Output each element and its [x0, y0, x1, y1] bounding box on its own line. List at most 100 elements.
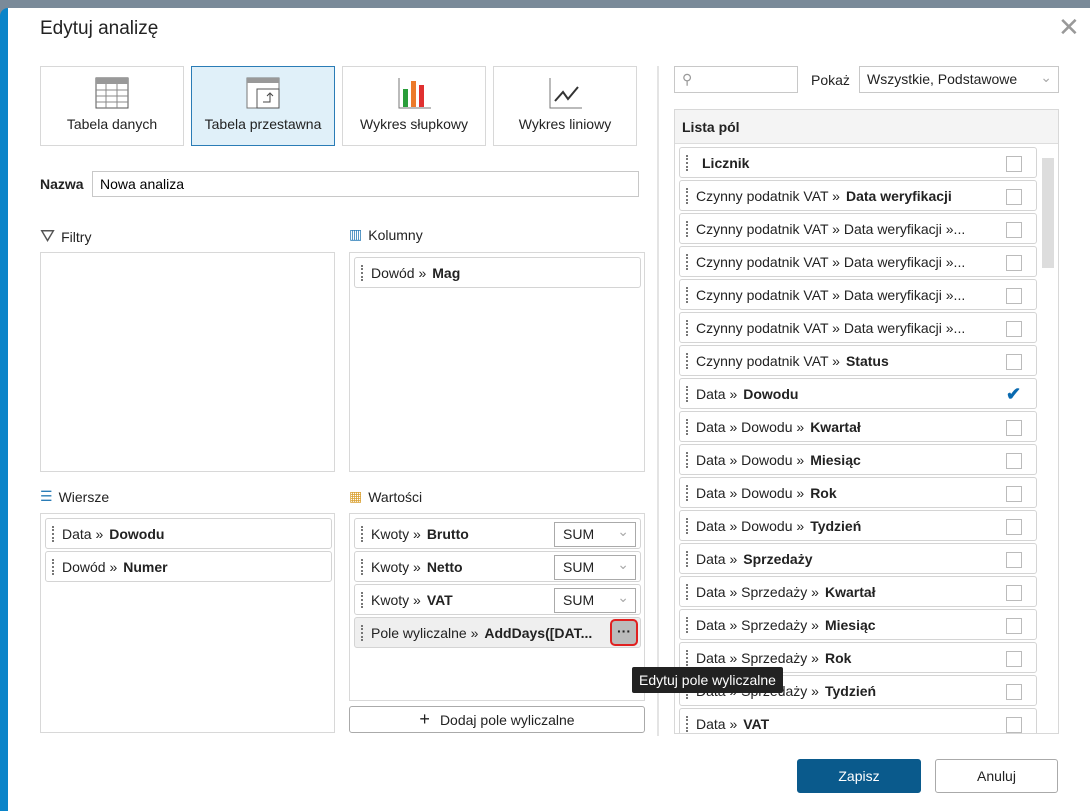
checkbox[interactable] [1006, 354, 1022, 370]
field-list-item[interactable]: Data » Dowodu » Tydzień [679, 510, 1037, 541]
checkbox[interactable] [1006, 651, 1022, 667]
dialog-title: Edytuj analizę [40, 18, 159, 39]
more-options-icon[interactable]: ··· [610, 619, 638, 646]
field-list-title: Lista pól [675, 110, 1058, 144]
divider [657, 66, 659, 736]
close-icon[interactable]: ✕ [1058, 14, 1080, 40]
value-item-calculated[interactable]: Pole wyliczalne » AddDays([DAT... ··· [354, 617, 641, 648]
filters-dropzone[interactable] [40, 252, 335, 472]
save-button[interactable]: Zapisz [797, 759, 921, 793]
rows-dropzone[interactable]: Data » Dowodu Dowód » Numer [40, 513, 335, 733]
field-list-item[interactable]: Data » Dowodu » Kwartał [679, 411, 1037, 442]
field-list-item[interactable]: Czynny podatnik VAT » Data weryfikacji [679, 180, 1037, 211]
checkbox[interactable] [1006, 684, 1022, 700]
row-item[interactable]: Data » Dowodu [45, 518, 332, 549]
cancel-button[interactable]: Anuluj [935, 759, 1058, 793]
checkbox[interactable] [1006, 189, 1022, 205]
aggregation-select[interactable]: SUM [554, 555, 636, 580]
drag-handle-icon[interactable] [52, 525, 56, 542]
columns-icon: ▥ [349, 226, 363, 242]
checkbox[interactable] [1006, 486, 1022, 502]
checkbox[interactable] [1006, 420, 1022, 436]
drag-handle-icon[interactable] [686, 616, 690, 633]
line-chart-icon [549, 78, 582, 109]
drag-handle-icon[interactable] [361, 591, 365, 608]
checkbox[interactable] [1006, 255, 1022, 271]
drag-handle-icon[interactable] [361, 525, 365, 542]
drag-handle-icon[interactable] [686, 352, 690, 369]
field-list-item[interactable]: Data » Sprzedaży » Kwartał [679, 576, 1037, 607]
plus-icon: + [419, 709, 430, 729]
show-select[interactable]: Wszystkie, Podstawowe ⌄ [859, 66, 1059, 93]
filter-icon: ⛛ [40, 226, 56, 246]
aggregation-select[interactable]: SUM [554, 588, 636, 613]
drag-handle-icon[interactable] [686, 418, 690, 435]
checkbox[interactable] [1006, 222, 1022, 238]
drag-handle-icon[interactable] [686, 583, 690, 600]
value-item[interactable]: Kwoty » Netto SUM [354, 551, 641, 582]
field-list-item[interactable]: Czynny podatnik VAT » Data weryfikacji »… [679, 312, 1037, 343]
type-data-table-button[interactable]: Tabela danych [40, 66, 184, 146]
filters-header: ⛛ Filtry [40, 226, 92, 246]
value-item[interactable]: Kwoty » Brutto SUM [354, 518, 641, 549]
values-icon: ▦ [349, 488, 363, 504]
drag-handle-icon[interactable] [361, 558, 365, 575]
drag-handle-icon[interactable] [686, 286, 690, 303]
drag-handle-icon[interactable] [686, 517, 690, 534]
bar-chart-icon [398, 78, 431, 109]
row-item[interactable]: Dowód » Numer [45, 551, 332, 582]
edit-analysis-dialog: Edytuj analizę ✕ Tabela danych Tabela pr… [0, 8, 1090, 811]
drag-handle-icon[interactable] [686, 451, 690, 468]
column-item[interactable]: Dowód » Mag [354, 257, 641, 288]
drag-handle-icon[interactable] [686, 484, 690, 501]
checkbox[interactable] [1006, 288, 1022, 304]
field-list-item[interactable]: Czynny podatnik VAT » Data weryfikacji »… [679, 279, 1037, 310]
field-list-item[interactable]: Data » Dowodu » Rok [679, 477, 1037, 508]
drag-handle-icon[interactable] [686, 154, 690, 171]
field-list-item[interactable]: Data » Dowodu » Miesiąc [679, 444, 1037, 475]
drag-handle-icon[interactable] [686, 550, 690, 567]
columns-dropzone[interactable]: Dowód » Mag [349, 252, 645, 472]
add-calculated-field-button[interactable]: + Dodaj pole wyliczalne [349, 706, 645, 733]
tooltip: Edytuj pole wyliczalne [632, 667, 783, 693]
checkbox[interactable] [1006, 618, 1022, 634]
type-pivot-table-button[interactable]: Tabela przestawna [191, 66, 335, 146]
checkbox[interactable] [1006, 453, 1022, 469]
checkbox[interactable] [1006, 156, 1022, 172]
drag-handle-icon[interactable] [686, 319, 690, 336]
field-list-item[interactable]: Czynny podatnik VAT » Status [679, 345, 1037, 376]
drag-handle-icon[interactable] [361, 264, 365, 281]
name-label: Nazwa [40, 176, 84, 192]
drag-handle-icon[interactable] [361, 624, 365, 641]
show-label: Pokaż [811, 72, 850, 88]
field-list-item[interactable]: Czynny podatnik VAT » Data weryfikacji »… [679, 213, 1037, 244]
drag-handle-icon[interactable] [686, 253, 690, 270]
drag-handle-icon[interactable] [686, 220, 690, 237]
drag-handle-icon[interactable] [686, 649, 690, 666]
drag-handle-icon[interactable] [52, 558, 56, 575]
name-input[interactable] [92, 171, 639, 197]
checkbox[interactable] [1006, 552, 1022, 568]
field-list-item[interactable]: Data » Sprzedaży » Miesiąc [679, 609, 1037, 640]
checkbox[interactable] [1006, 321, 1022, 337]
drag-handle-icon[interactable] [686, 715, 690, 732]
field-list-item[interactable]: Licznik [679, 147, 1037, 178]
scrollbar-thumb[interactable] [1042, 158, 1054, 268]
value-item[interactable]: Kwoty » VAT SUM [354, 584, 641, 615]
field-list-item[interactable]: Data » Sprzedaży [679, 543, 1037, 574]
field-list-item[interactable]: Data » Dowodu ✔ [679, 378, 1037, 409]
drag-handle-icon[interactable] [686, 187, 690, 204]
checkbox[interactable] [1006, 585, 1022, 601]
checkbox-checked[interactable]: ✔ [1006, 385, 1022, 403]
pivot-table-icon [246, 77, 280, 109]
field-list-item[interactable]: Czynny podatnik VAT » Data weryfikacji »… [679, 246, 1037, 277]
field-search-input[interactable]: ⚲ [674, 66, 798, 93]
aggregation-select[interactable]: SUM [554, 522, 636, 547]
type-line-chart-button[interactable]: Wykres liniowy [493, 66, 637, 146]
checkbox[interactable] [1006, 717, 1022, 733]
type-bar-chart-button[interactable]: Wykres słupkowy [342, 66, 486, 146]
checkbox[interactable] [1006, 519, 1022, 535]
field-list-item[interactable]: Data » VAT [679, 708, 1037, 733]
drag-handle-icon[interactable] [686, 385, 690, 402]
values-dropzone[interactable]: Kwoty »BruttoSUM Kwoty »NettoSUM Kwoty »… [349, 513, 645, 701]
